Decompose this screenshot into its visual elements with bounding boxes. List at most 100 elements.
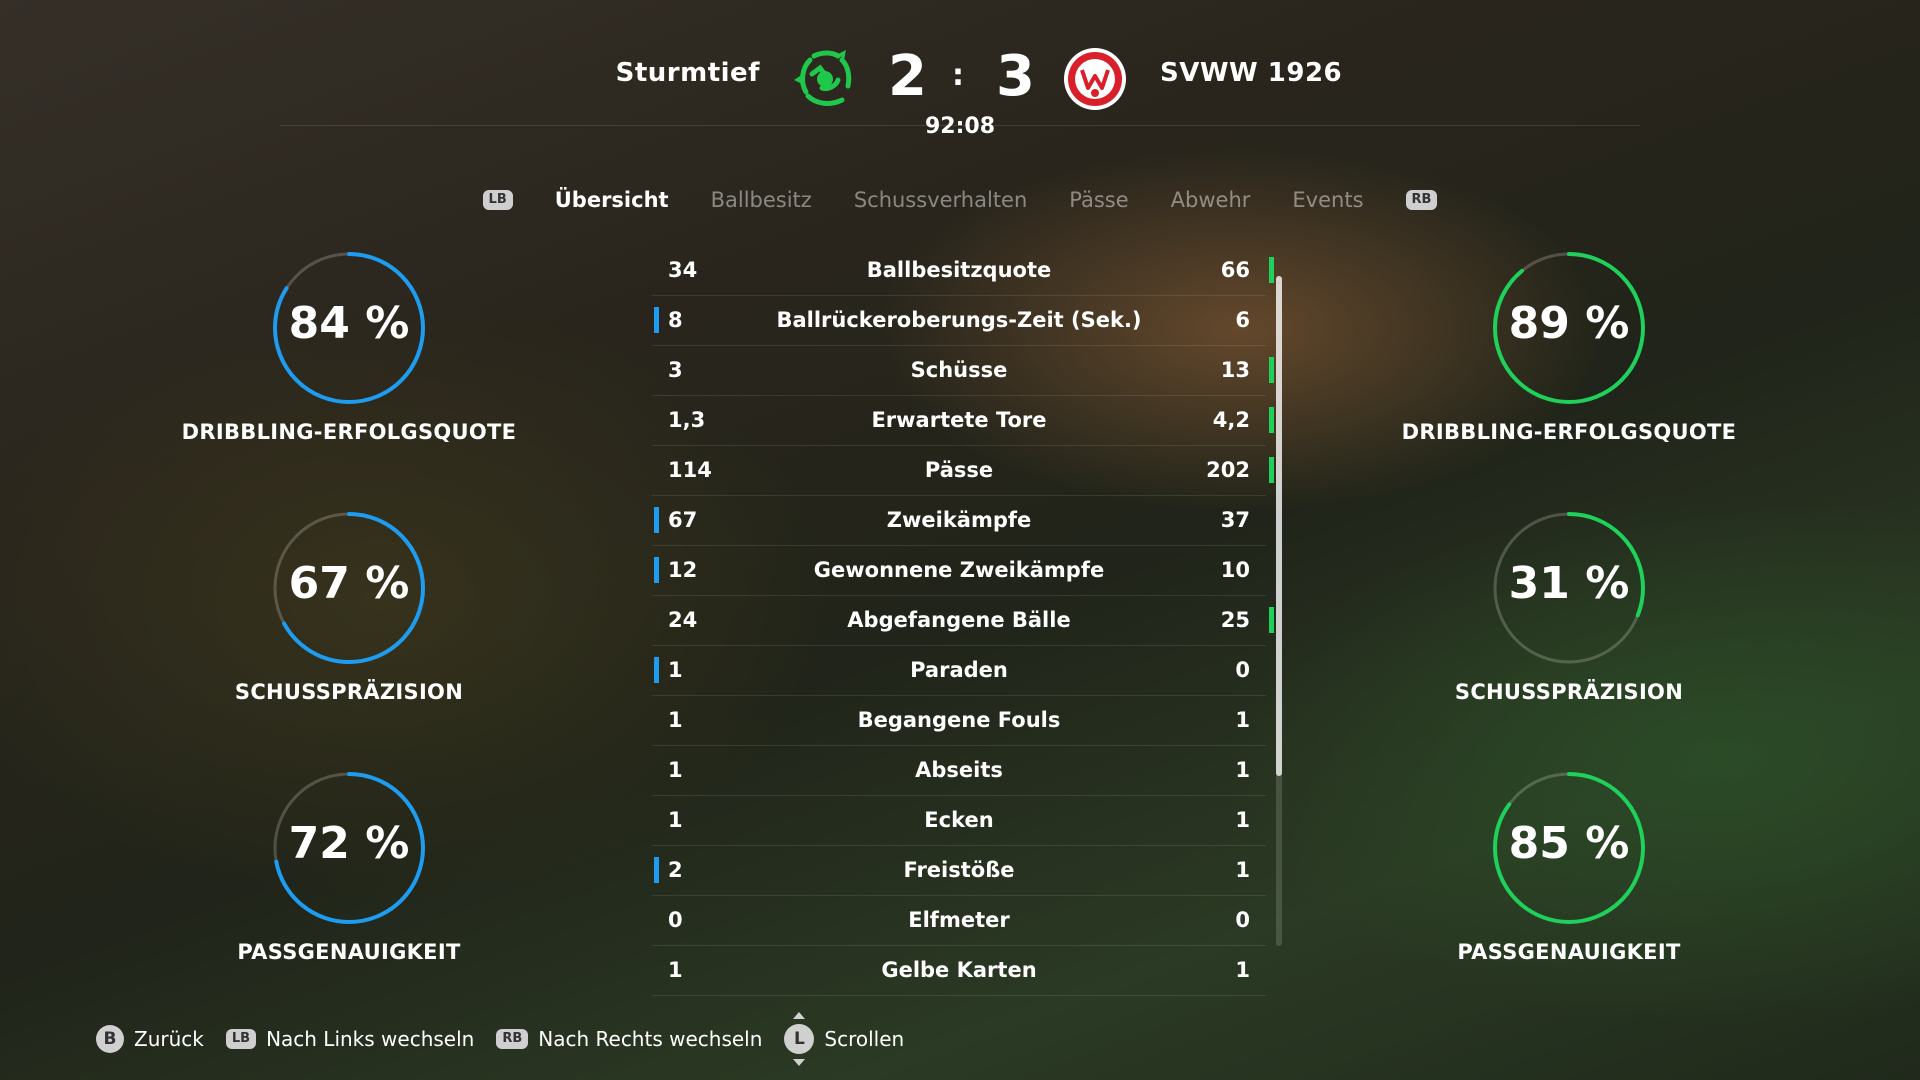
- stat-away-value: 1: [1235, 958, 1250, 982]
- stat-row: 1 Paraden 0: [652, 646, 1266, 696]
- home-ring-pass-accuracy: 72 % PASSGENAUIGKEIT: [179, 770, 519, 964]
- stat-row: 0 Elfmeter 0: [652, 896, 1266, 946]
- stat-label: Freistöße: [903, 858, 1015, 882]
- stat-row: 114 Pässe 202: [652, 446, 1274, 496]
- switch-left-hint[interactable]: LB Nach Links wechseln: [225, 1027, 475, 1051]
- lb-button-icon[interactable]: LB: [482, 190, 513, 210]
- stat-away-value: 202: [1206, 458, 1250, 482]
- stat-label: Ballbesitzquote: [866, 258, 1052, 282]
- scroll-hint[interactable]: L Scrollen: [784, 1012, 905, 1066]
- switch-right-label: Nach Rechts wechseln: [538, 1027, 763, 1051]
- stats-scrollbar[interactable]: [1276, 276, 1282, 946]
- stats-table[interactable]: 34 Ballbesitzquote 66 8 Ballrückeroberungs-…: [652, 246, 1274, 996]
- stat-label: Erwartete Tore: [871, 408, 1047, 432]
- stat-row: 1,3 Erwartete Tore 4,2: [652, 396, 1274, 446]
- back-hint[interactable]: B Zurück: [96, 1025, 204, 1053]
- stat-row: 8 Ballrückeroberungs-Zeit (Sek.) 6: [652, 296, 1266, 346]
- stat-row: 1 Begangene Fouls 1: [652, 696, 1266, 746]
- home-pass-accuracy-value: 72 %: [288, 818, 410, 869]
- stat-label: Schüsse: [910, 358, 1008, 382]
- rb-button-icon[interactable]: RB: [1405, 190, 1438, 210]
- away-ring-dribbling: 89 % DRIBBLING-ERFOLGSQUOTE: [1399, 250, 1739, 444]
- stat-label: Abseits: [915, 758, 1003, 782]
- away-leader-bar: [1269, 457, 1274, 483]
- stat-away-value: 13: [1220, 358, 1250, 382]
- stat-away-value: 1: [1235, 858, 1250, 882]
- tab-uebersicht[interactable]: Übersicht: [555, 188, 669, 212]
- header-divider: [280, 125, 1640, 126]
- stat-label: Ballrückeroberungs-Zeit (Sek.): [776, 308, 1142, 332]
- stat-row: 1 Abseits 1: [652, 746, 1266, 796]
- controller-hints: B Zurück LB Nach Links wechseln RB Nach …: [96, 1012, 905, 1066]
- scoreboard: Sturmtief 2 : 3 SVWW 1926 92:08: [0, 0, 1920, 140]
- stat-away-value: 10: [1220, 558, 1250, 582]
- home-shot-precision-label: SCHUSSPRÄZISION: [234, 680, 464, 704]
- stat-away-value: 0: [1235, 908, 1250, 932]
- stat-away-value: 0: [1235, 658, 1250, 682]
- away-pass-accuracy-label: PASSGENAUIGKEIT: [1457, 940, 1681, 964]
- rb-button-icon: RB: [496, 1029, 529, 1049]
- match-clock: 92:08: [924, 114, 996, 139]
- stat-label: Ecken: [924, 808, 994, 832]
- home-dribbling-label: DRIBBLING-ERFOLGSQUOTE: [181, 420, 517, 444]
- stat-row: 67 Zweikämpfe 37: [652, 496, 1266, 546]
- stat-label: Begangene Fouls: [857, 708, 1061, 732]
- home-score: 2: [888, 44, 927, 109]
- stat-label: Abgefangene Bälle: [847, 608, 1071, 632]
- stat-label: Elfmeter: [908, 908, 1010, 932]
- switch-left-label: Nach Links wechseln: [266, 1027, 475, 1051]
- left-stick-icon: L: [784, 1012, 815, 1066]
- away-shot-precision-value: 31 %: [1508, 558, 1630, 609]
- stat-row: 1 Ecken 1: [652, 796, 1266, 846]
- stat-away-value: 4,2: [1212, 408, 1250, 432]
- lb-button-icon: LB: [225, 1029, 257, 1049]
- away-pass-accuracy-value: 85 %: [1508, 818, 1630, 869]
- home-dribbling-value: 84 %: [288, 298, 410, 349]
- stat-away-value: 1: [1235, 758, 1250, 782]
- away-shot-precision-label: SCHUSSPRÄZISION: [1454, 680, 1684, 704]
- stat-row: 12 Gewonnene Zweikämpfe 10: [652, 546, 1266, 596]
- stat-away-value: 1: [1235, 708, 1250, 732]
- stat-away-value: 37: [1220, 508, 1250, 532]
- stat-row: 3 Schüsse 13: [652, 346, 1274, 396]
- away-ring-pass-accuracy: 85 % PASSGENAUIGKEIT: [1399, 770, 1739, 964]
- stat-row: 34 Ballbesitzquote 66: [652, 246, 1274, 296]
- stat-row: 1 Gelbe Karten 1: [652, 946, 1266, 996]
- stat-label: Gewonnene Zweikämpfe: [813, 558, 1105, 582]
- home-team-name: Sturmtief: [615, 58, 760, 88]
- scroll-label: Scrollen: [824, 1027, 905, 1051]
- stat-label: Gelbe Karten: [881, 958, 1037, 982]
- away-leader-bar: [1269, 607, 1274, 633]
- tab-ballbesitz[interactable]: Ballbesitz: [711, 188, 812, 212]
- stat-away-value: 66: [1220, 258, 1250, 282]
- home-shot-precision-value: 67 %: [288, 558, 410, 609]
- stat-label: Paraden: [910, 658, 1008, 682]
- stats-tab-bar: LB Übersicht Ballbesitz Schussverhalten …: [0, 182, 1920, 218]
- home-team-crest-icon: [794, 50, 852, 106]
- away-dribbling-label: DRIBBLING-ERFOLGSQUOTE: [1401, 420, 1737, 444]
- away-dribbling-value: 89 %: [1508, 298, 1630, 349]
- stat-row: 24 Abgefangene Bälle 25: [652, 596, 1274, 646]
- stat-away-value: 1: [1235, 808, 1250, 832]
- away-leader-bar: [1269, 257, 1274, 283]
- away-team-crest-icon: [1064, 48, 1126, 110]
- tab-schussverhalten[interactable]: Schussverhalten: [854, 188, 1027, 212]
- tab-paesse[interactable]: Pässe: [1069, 188, 1128, 212]
- stat-away-value: 6: [1235, 308, 1250, 332]
- stat-label: Pässe: [924, 458, 994, 482]
- home-pass-accuracy-label: PASSGENAUIGKEIT: [237, 940, 461, 964]
- stat-row: 2 Freistöße 1: [652, 846, 1266, 896]
- tab-events[interactable]: Events: [1292, 188, 1363, 212]
- away-ring-shot-precision: 31 % SCHUSSPRÄZISION: [1399, 510, 1739, 704]
- back-hint-label: Zurück: [134, 1027, 204, 1051]
- switch-right-hint[interactable]: RB Nach Rechts wechseln: [496, 1027, 762, 1051]
- away-score: 3: [996, 44, 1035, 109]
- stats-scrollbar-thumb[interactable]: [1276, 276, 1282, 776]
- away-leader-bar: [1269, 357, 1274, 383]
- away-leader-bar: [1269, 407, 1274, 433]
- tab-abwehr[interactable]: Abwehr: [1171, 188, 1251, 212]
- score-separator: :: [952, 58, 964, 93]
- stat-away-value: 25: [1220, 608, 1250, 632]
- home-ring-dribbling: 84 % DRIBBLING-ERFOLGSQUOTE: [179, 250, 519, 444]
- away-team-name: SVWW 1926: [1160, 58, 1343, 88]
